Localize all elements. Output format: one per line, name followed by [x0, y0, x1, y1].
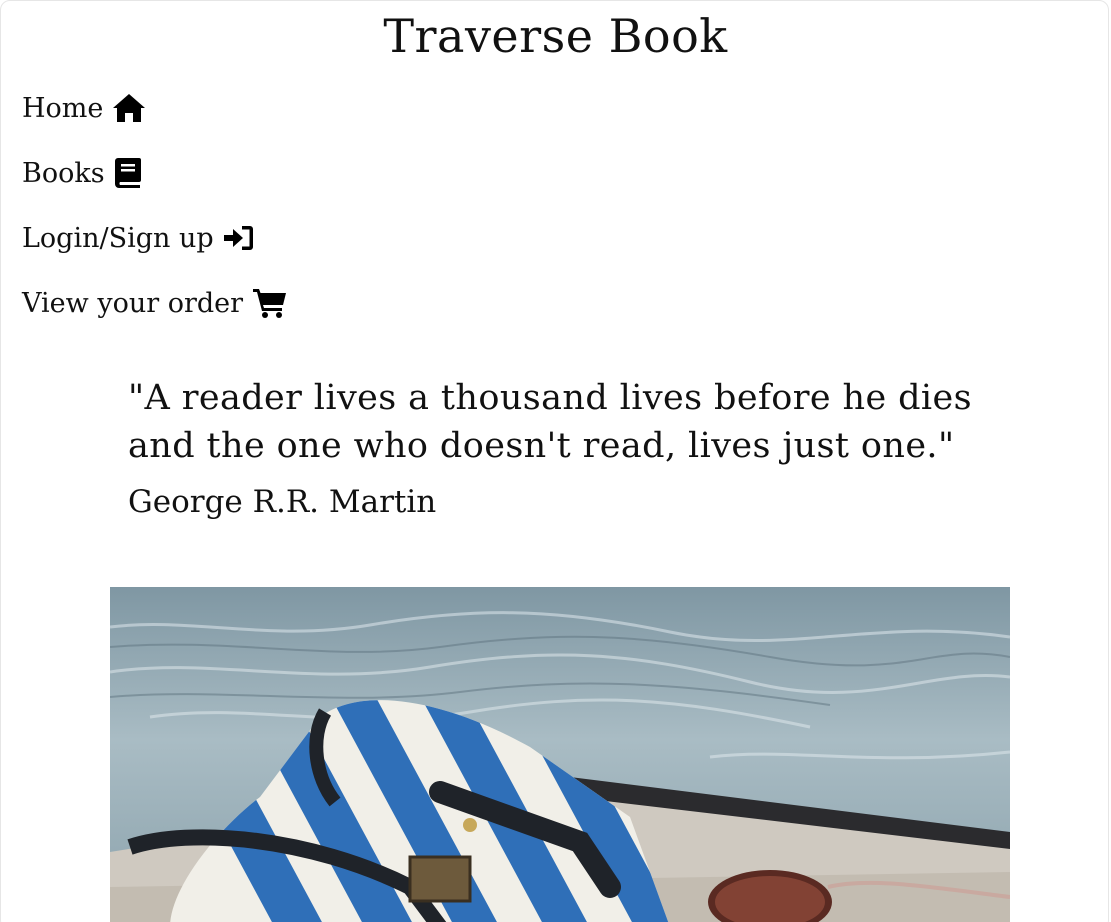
nav-order-link[interactable]: View your order — [22, 281, 288, 325]
nav-books-label: Books — [22, 157, 105, 189]
quote-text: "A reader lives a thousand lives before … — [128, 378, 972, 466]
nav-login-link[interactable]: Login/Sign up — [22, 216, 288, 260]
quote-block: "A reader lives a thousand lives before … — [128, 374, 1008, 522]
hero-photo — [110, 587, 1010, 922]
nav-home-label: Home — [22, 92, 104, 124]
nav-order-label: View your order — [22, 287, 244, 319]
shopping-cart-icon — [253, 289, 287, 318]
quote-author: George R.R. Martin — [128, 484, 437, 520]
home-icon — [113, 94, 146, 122]
nav-books-link[interactable]: Books — [22, 151, 288, 195]
main-nav: Home Books Login/Sign up View your order — [22, 86, 288, 346]
nav-login-label: Login/Sign up — [22, 222, 214, 254]
book-icon — [114, 158, 141, 188]
nav-home-link[interactable]: Home — [22, 86, 288, 130]
site-title: Traverse Book — [383, 9, 728, 63]
sign-in-icon — [223, 226, 253, 250]
